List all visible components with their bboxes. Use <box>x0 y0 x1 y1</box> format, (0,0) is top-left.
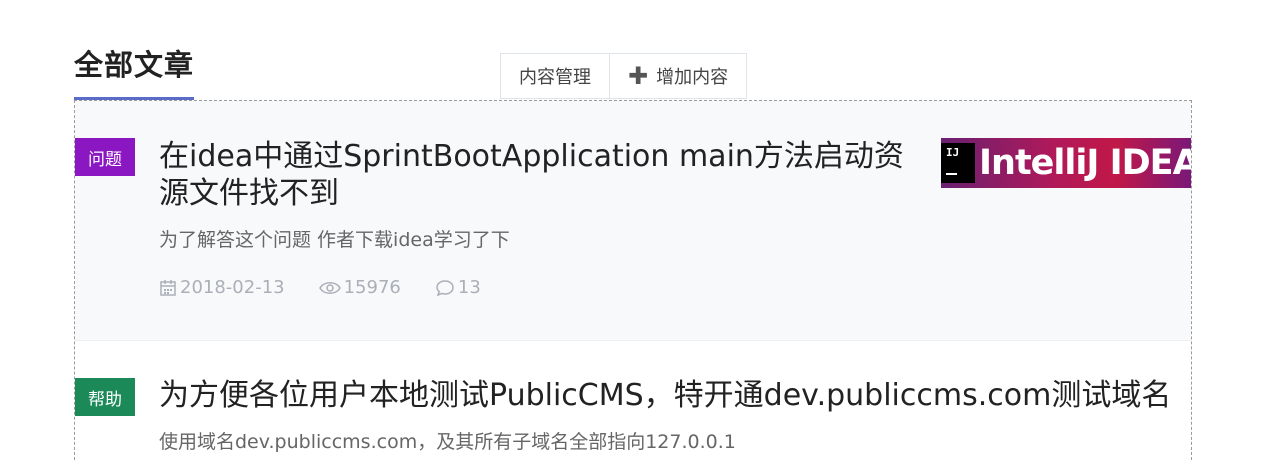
category-tag[interactable]: 帮助 <box>75 378 135 416</box>
calendar-icon <box>160 279 176 296</box>
content-manage-label: 内容管理 <box>519 67 591 88</box>
thumbnail-text: IntelliJ IDEA <box>979 143 1191 183</box>
publish-date-value: 2018-02-13 <box>180 277 285 298</box>
article-summary: 使用域名dev.publiccms.com，及其所有子域名全部指向127.0.0… <box>159 431 736 453</box>
article-title[interactable]: 在idea中通过SprintBootApplication main方法启动资源… <box>159 138 929 212</box>
article-list: 问题 在idea中通过SprintBootApplication main方法启… <box>74 100 1192 471</box>
comment-icon <box>436 279 454 296</box>
comment-count[interactable]: 13 <box>435 277 481 298</box>
category-tag[interactable]: 问题 <box>75 138 135 176</box>
comment-count-value: 13 <box>457 277 481 298</box>
article-title[interactable]: 为方便各位用户本地测试PublicCMS，特开通dev.publiccms.co… <box>159 377 1179 414</box>
thumbnail-mark: IJ <box>946 146 960 159</box>
eye-icon <box>318 281 341 294</box>
article-summary: 为了解答这个问题 作者下载idea学习了下 <box>159 229 510 251</box>
view-count-value: 15976 <box>343 277 401 298</box>
add-content-label: 增加内容 <box>656 67 729 88</box>
article-meta: 2018-02-13 15976 13 <box>159 277 515 298</box>
edit-toolbar: 内容管理 ✚ 增加内容 <box>500 53 748 99</box>
plus-icon: ✚ <box>628 62 649 90</box>
content-manage-button[interactable]: 内容管理 <box>500 53 610 99</box>
list-item: 帮助 为方便各位用户本地测试PublicCMS，特开通dev.publiccms… <box>75 341 1191 471</box>
article-thumbnail[interactable]: IJ IntelliJ IDEA <box>941 138 1191 188</box>
add-content-button[interactable]: ✚ 增加内容 <box>610 53 748 99</box>
section-title: 全部文章 <box>74 48 195 82</box>
publish-date: 2018-02-13 <box>159 277 285 298</box>
view-count: 15976 <box>318 277 401 298</box>
intellij-logo-icon: IJ <box>941 143 975 183</box>
list-item: 问题 在idea中通过SprintBootApplication main方法启… <box>75 101 1191 341</box>
